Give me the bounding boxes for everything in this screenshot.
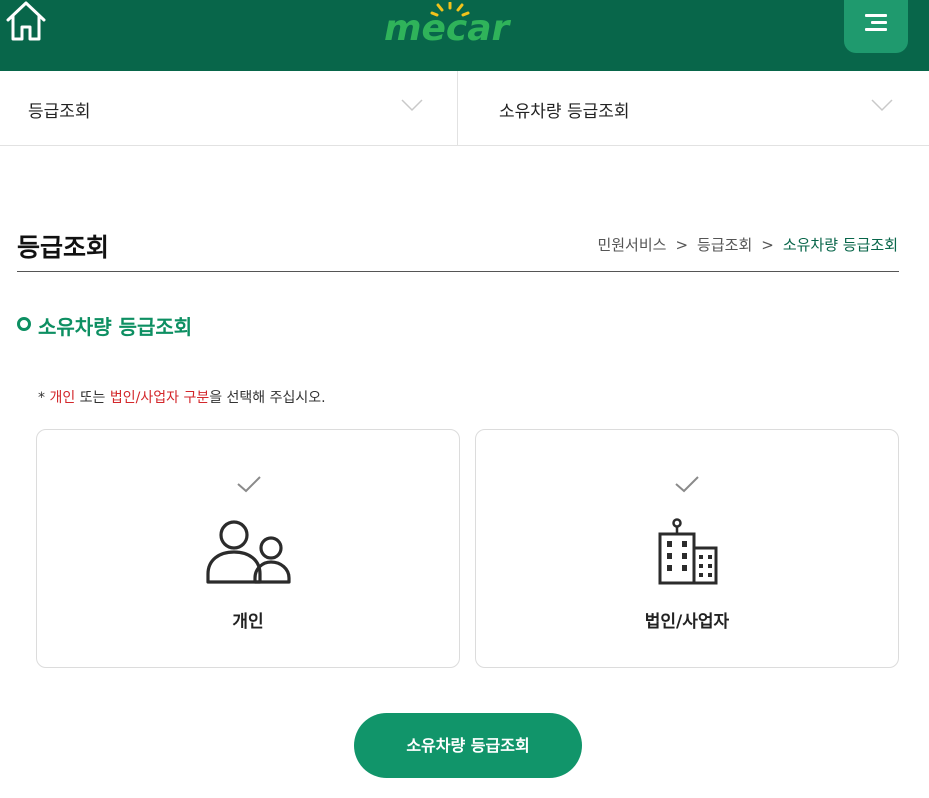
breadcrumb-item-current: 소유차량 등급조회 xyxy=(782,236,898,254)
section-heading-text: 소유차량 등급조회 xyxy=(38,315,193,339)
subcategory-dropdown[interactable]: 소유차량 등급조회 xyxy=(459,71,929,145)
category-dropdown[interactable]: 등급조회 xyxy=(0,71,458,145)
notice-option-individual: 개인 xyxy=(49,390,76,406)
notice-option-corporate: 법인/사업자 구분 xyxy=(109,390,210,406)
breadcrumb-separator: > xyxy=(761,236,774,254)
lookup-submit-button[interactable]: 소유차량 등급조회 xyxy=(354,713,582,778)
category-dropdown-label: 등급조회 xyxy=(28,102,91,122)
option-label-corporate: 법인/사업자 xyxy=(644,612,730,632)
hamburger-menu-icon xyxy=(865,14,887,17)
notice-suffix: 을 선택해 주십시오. xyxy=(209,390,326,406)
home-button[interactable] xyxy=(5,0,47,42)
top-header: mecar xyxy=(0,0,929,71)
check-icon xyxy=(675,476,699,493)
menu-line xyxy=(865,28,887,31)
option-card-individual[interactable]: 개인 xyxy=(36,429,460,668)
logo-text: mecar xyxy=(384,8,512,46)
selection-notice: * 개인 또는 법인/사업자 구분을 선택해 주십시오. xyxy=(38,387,326,407)
subcategory-dropdown-label: 소유차량 등급조회 xyxy=(499,102,630,122)
chevron-down-icon xyxy=(401,99,423,112)
building-icon xyxy=(658,518,718,585)
breadcrumb-item-civil-service[interactable]: 민원서비스 xyxy=(597,236,666,254)
bullet-ring-icon xyxy=(17,317,31,331)
category-selector-bar: 등급조회 소유차량 등급조회 xyxy=(0,71,929,146)
check-icon xyxy=(237,476,261,493)
menu-line xyxy=(871,21,887,24)
chevron-down-icon xyxy=(871,99,893,112)
page-title: 등급조회 xyxy=(17,233,110,262)
option-card-corporate[interactable]: 법인/사업자 xyxy=(475,429,899,668)
title-divider xyxy=(17,271,899,272)
people-icon xyxy=(206,520,291,584)
notice-prefix: * xyxy=(38,390,50,406)
notice-mid: 또는 xyxy=(75,390,110,406)
menu-button[interactable] xyxy=(844,0,908,53)
mecar-logo[interactable]: mecar xyxy=(382,2,532,46)
breadcrumb-separator: > xyxy=(675,236,689,254)
home-icon xyxy=(6,1,46,41)
breadcrumb: 민원서비스 > 등급조회 > 소유차량 등급조회 xyxy=(597,234,898,255)
option-label-individual: 개인 xyxy=(232,612,264,632)
breadcrumb-item-grade-lookup[interactable]: 등급조회 xyxy=(697,236,752,254)
